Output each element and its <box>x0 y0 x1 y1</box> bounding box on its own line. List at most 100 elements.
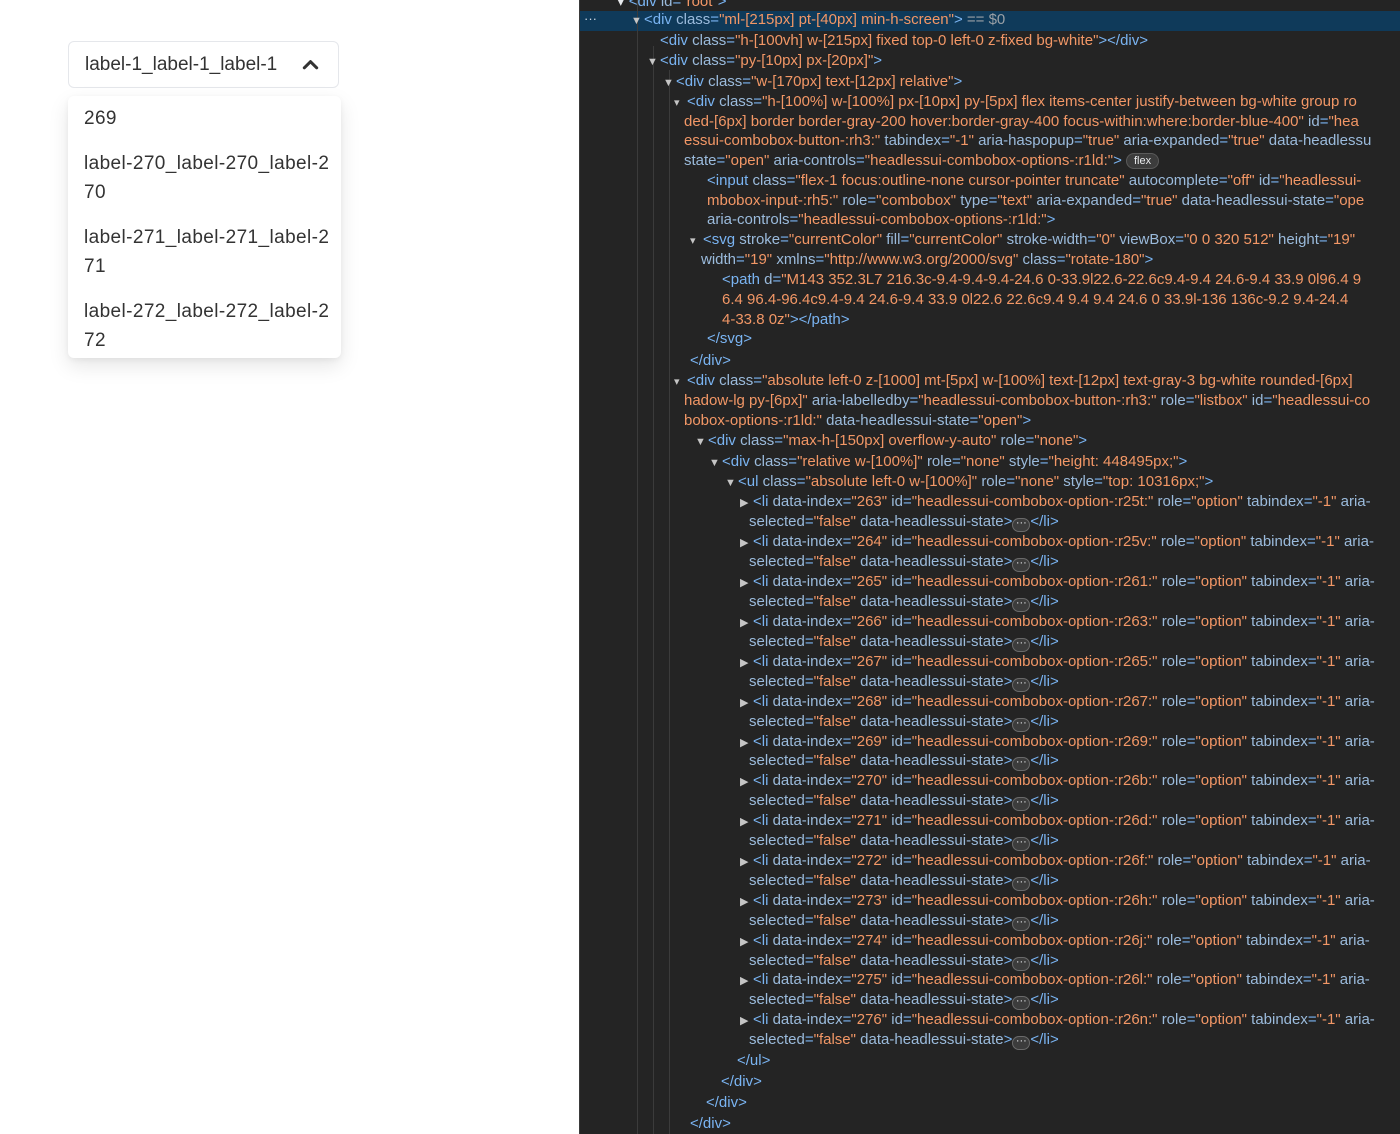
dom-tree-line[interactable]: selected="false" data-headlessui-state> ·… <box>749 673 1059 692</box>
dom-tree-line[interactable]: <input class = "flex-1 focus:outline-none … <box>707 172 1361 189</box>
expand-toggle-icon[interactable]: ▶ <box>740 815 753 828</box>
expand-toggle-icon[interactable]: ▶ <box>740 576 753 589</box>
dom-tree-line[interactable]: selected="false" data-headlessui-state> ·… <box>749 513 1059 532</box>
dom-tree-line[interactable]: <div class="h-[100vh] w-[215px] fixed to… <box>660 32 1148 49</box>
dom-tree-line[interactable]: ▾ <div id="root"> <box>617 0 727 10</box>
collapsed-content-badge[interactable]: ··· <box>1012 638 1031 652</box>
expand-toggle-icon[interactable]: ▼ <box>725 477 738 489</box>
expand-toggle-icon[interactable]: ▼ <box>695 436 708 448</box>
collapsed-content-badge[interactable]: ··· <box>1012 678 1031 692</box>
expand-toggle-icon[interactable]: ▼ <box>709 457 722 469</box>
dom-tree-line[interactable]: selected="false" data-headlessui-state> ·… <box>749 713 1059 732</box>
dom-tree-line[interactable]: state="open" aria-controls="headlessui-c… <box>684 152 1160 169</box>
dom-tree-line[interactable]: ded-[6px] border border-gray-200 hover:b… <box>684 113 1359 130</box>
dom-tree-line[interactable]: ▼ <div class="relative w-[100%]" role="no… <box>709 453 1187 470</box>
expand-toggle-icon[interactable]: ▶ <box>740 656 753 669</box>
dom-tree-line[interactable]: ▶ <li data-index="271" id="headlessui-com… <box>740 812 1375 829</box>
dom-tree-line[interactable]: ▶ <li data-index="264" id="headlessui-com… <box>740 533 1374 550</box>
dom-tree-line[interactable]: selected="false" data-headlessui-state> ·… <box>749 832 1059 851</box>
expand-toggle-icon[interactable]: ▶ <box>740 1014 753 1027</box>
dom-tree-line[interactable]: selected="false" data-headlessui-state> ·… <box>749 1031 1059 1050</box>
dom-tree-line[interactable]: width="19" xmlns="http://www.w3.org/2000… <box>701 251 1153 268</box>
dom-tree-line[interactable]: ▾ <div class="absolute left-0 z-[1000] mt… <box>674 372 1353 389</box>
collapsed-content-badge[interactable]: ··· <box>1012 996 1031 1010</box>
expand-toggle-icon[interactable]: ▶ <box>740 696 753 709</box>
dom-tree-line[interactable]: ▶ <li data-index="267" id="headlessui-com… <box>740 653 1375 670</box>
dom-tree-line[interactable]: ▼ <ul class="absolute left-0 w-[100%]" ro… <box>725 473 1213 490</box>
dom-tree-line[interactable]: </div> <box>690 1115 731 1132</box>
dom-tree-line[interactable]: ▾ <svg stroke="currentColor" fill="curren… <box>690 231 1355 248</box>
dom-tree-line[interactable]: ▶ <li data-index="276" id="headlessui-com… <box>740 1011 1375 1028</box>
dom-tree-line[interactable]: 6.4 96.4-96.4c9.4-9.4 24.6-9.4 33.9 0l22… <box>722 291 1348 308</box>
dom-tree-line[interactable]: aria-controls="headlessui-combobox-optio… <box>707 211 1055 228</box>
dom-tree-line[interactable]: selected="false" data-headlessui-state> ·… <box>749 912 1059 931</box>
expand-toggle-icon[interactable]: ▼ <box>647 56 660 68</box>
dom-tree-line[interactable]: ▶ <li data-index="275" id="headlessui-com… <box>740 971 1370 988</box>
dom-tree-line[interactable]: ▶ <li data-index="270" id="headlessui-com… <box>740 772 1375 789</box>
dom-tree-line[interactable]: selected="false" data-headlessui-state> ·… <box>749 752 1059 771</box>
dom-tree-line[interactable]: hadow-lg py-[6px]" aria-labelledby="head… <box>684 392 1370 409</box>
dom-tree-line[interactable]: mbobox-input-:rh5:" role="combobox" type… <box>707 192 1364 209</box>
expand-toggle-icon[interactable]: ▾ <box>674 375 687 388</box>
expand-toggle-icon[interactable]: ▶ <box>740 736 753 749</box>
collapsed-content-badge[interactable]: ··· <box>1012 797 1031 811</box>
dom-tree-line[interactable]: ▼ <div class="max-h-[150px] overflow-y-au… <box>695 432 1087 449</box>
dom-tree-line[interactable]: ▶ <li data-index="274" id="headlessui-com… <box>740 932 1370 949</box>
dom-tree-line[interactable]: selected="false" data-headlessui-state> ·… <box>749 633 1059 652</box>
dom-tree-line[interactable]: ▶ <li data-index="263" id="headlessui-com… <box>740 493 1371 510</box>
dom-tree-line[interactable]: selected="false" data-headlessui-state> ·… <box>749 872 1059 891</box>
dom-tree-line[interactable]: ▼ <div class="py-[10px] px-[20px]"> <box>647 52 882 69</box>
dom-tree-line[interactable]: </ul> <box>737 1052 770 1069</box>
more-options-icon[interactable]: ··· <box>584 11 597 26</box>
collapsed-content-badge[interactable]: ··· <box>1012 837 1031 851</box>
dom-tree-line[interactable]: essui-combobox-button-:rh3:" tabindex="-… <box>684 132 1371 149</box>
collapsed-content-badge[interactable]: ··· <box>1012 718 1031 732</box>
expand-toggle-icon[interactable]: ▶ <box>740 616 753 629</box>
dom-tree-line[interactable]: 4-33.8 0z"></path> <box>722 311 850 328</box>
collapsed-content-badge[interactable]: ··· <box>1012 917 1031 931</box>
dom-tree-line[interactable]: </div> <box>721 1073 762 1090</box>
dom-tree-line[interactable]: ▶ <li data-index="269" id="headlessui-com… <box>740 733 1375 750</box>
dom-tree-line[interactable]: ▶ <li data-index="265" id="headlessui-com… <box>740 573 1375 590</box>
collapsed-content-badge[interactable]: ··· <box>1012 558 1031 572</box>
expand-toggle-icon[interactable]: ▾ <box>690 234 703 247</box>
dom-tree-line[interactable]: bobox-options-:r1ld:" data-headlessui-st… <box>684 412 1031 429</box>
expand-toggle-icon[interactable]: ▶ <box>740 536 753 549</box>
combobox-listbox[interactable]: 269 label-270_label-270_label-270 label-… <box>68 96 341 358</box>
dom-tree-line[interactable]: ▶ <li data-index="268" id="headlessui-com… <box>740 693 1375 710</box>
dom-tree-line[interactable]: selected="false" data-headlessui-state> ·… <box>749 991 1059 1010</box>
dom-tree-line[interactable]: selected="false" data-headlessui-state> ·… <box>749 593 1059 612</box>
collapsed-content-badge[interactable]: ··· <box>1012 757 1031 771</box>
collapsed-content-badge[interactable]: ··· <box>1012 518 1031 532</box>
list-item[interactable]: label-271_label-271_label-271 <box>84 223 334 281</box>
expand-toggle-icon[interactable]: ▾ <box>674 96 687 109</box>
combobox-input[interactable] <box>85 53 295 76</box>
dom-tree-line[interactable]: ▾ <div class="h-[100%] w-[100%] px-[10px]… <box>674 93 1357 110</box>
dom-tree-line[interactable]: ▶ <li data-index="266" id="headlessui-com… <box>740 613 1375 630</box>
chevron-up-icon[interactable] <box>301 55 320 74</box>
dom-tree-line[interactable]: </div> <box>690 352 731 369</box>
dom-tree-line[interactable]: selected="false" data-headlessui-state> ·… <box>749 792 1059 811</box>
dom-tree-line[interactable]: ▶ <li data-index="273" id="headlessui-com… <box>740 892 1375 909</box>
list-item[interactable]: label-272_label-272_label-272 <box>84 297 334 355</box>
combobox[interactable] <box>68 41 339 88</box>
expand-toggle-icon[interactable]: ▼ <box>631 15 644 27</box>
dom-tree-line[interactable]: <path d="M143 352.3L7 216.3c-9.4-9.4-9.4… <box>722 271 1361 288</box>
dom-tree-line[interactable]: selected="false" data-headlessui-state> ·… <box>749 553 1059 572</box>
dom-tree-line[interactable]: selected="false" data-headlessui-state> ·… <box>749 952 1059 971</box>
expand-toggle-icon[interactable]: ▶ <box>740 855 753 868</box>
list-item[interactable]: label-270_label-270_label-270 <box>84 149 334 207</box>
expand-toggle-icon[interactable]: ▶ <box>740 496 753 509</box>
expand-toggle-icon[interactable]: ▼ <box>663 77 676 89</box>
expand-toggle-icon[interactable]: ▶ <box>740 935 753 948</box>
list-item[interactable]: 269 <box>84 104 334 133</box>
dom-tree-line[interactable]: ▶ <li data-index="272" id="headlessui-com… <box>740 852 1371 869</box>
expand-toggle-icon[interactable]: ▶ <box>740 974 753 987</box>
collapsed-content-badge[interactable]: ··· <box>1012 1036 1031 1050</box>
collapsed-content-badge[interactable]: ··· <box>1012 957 1031 971</box>
collapsed-content-badge[interactable]: ··· <box>1012 877 1031 891</box>
dom-tree-line[interactable]: </svg> <box>707 330 752 347</box>
dom-tree-line[interactable]: ▼ <div class="ml-[215px] pt-[40px] min-h-… <box>631 11 1005 28</box>
expand-toggle-icon[interactable]: ▶ <box>740 895 753 908</box>
dom-tree-line[interactable]: </div> <box>706 1094 747 1111</box>
